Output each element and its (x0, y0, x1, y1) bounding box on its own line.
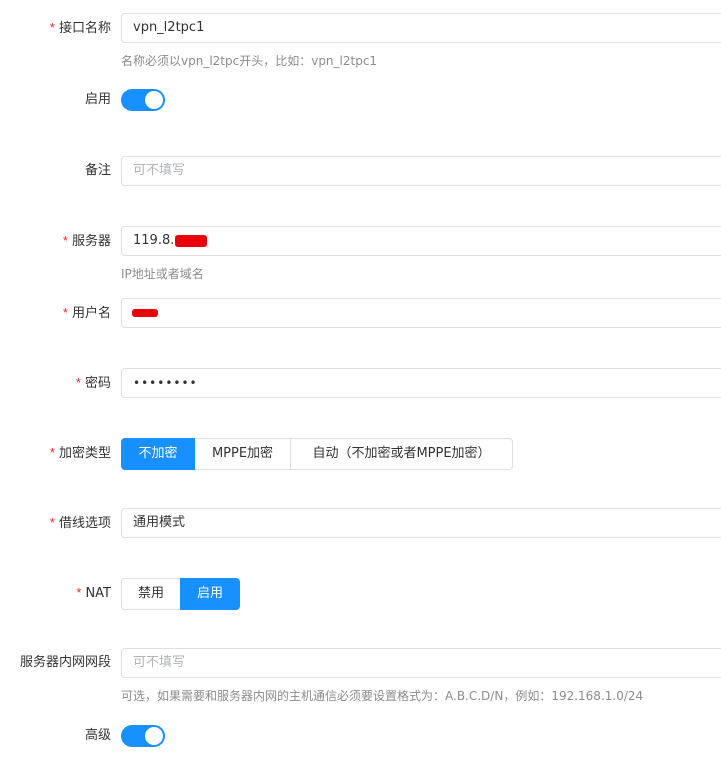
required-mark: * (49, 515, 55, 530)
server-lan-label: 服务器内网网段 (19, 655, 111, 670)
username-input[interactable] (121, 298, 721, 328)
enable-label: 启用 (84, 92, 111, 107)
required-mark: * (62, 305, 68, 320)
server-label: * 服务器 (62, 233, 111, 249)
nat-label: * NAT (76, 585, 111, 601)
required-mark: * (76, 585, 82, 600)
redaction-mark (132, 308, 158, 317)
server-lan-input[interactable]: 可不填写 (121, 648, 721, 678)
username-label: * 用户名 (62, 305, 111, 321)
encryption-option-none[interactable]: 不加密 (121, 438, 195, 470)
l2tp-client-form: * 接口名称 vpn_l2tpc1 名称必须以vpn_l2tpc开头，比如：vpn… (0, 0, 721, 775)
nat-option-enable[interactable]: 启用 (180, 578, 240, 610)
server-hint: IP地址或者域名 (121, 267, 204, 281)
interface-name-hint: 名称必须以vpn_l2tpc开头，比如：vpn_l2tpc1 (121, 54, 378, 68)
required-mark: * (49, 20, 55, 35)
server-input[interactable]: 119.8. (121, 226, 721, 256)
password-input[interactable]: •••••••• (121, 368, 721, 398)
required-mark: * (62, 233, 68, 248)
advanced-switch[interactable] (121, 725, 165, 747)
line-option-select[interactable]: 通用模式 (121, 508, 721, 538)
encryption-segmented: 不加密 MPPE加密 自动（不加密或者MPPE加密） (121, 438, 513, 470)
nat-segmented: 禁用 启用 (121, 578, 240, 610)
remark-input[interactable]: 可不填写 (121, 156, 721, 186)
server-lan-hint: 可选，如果需要和服务器内网的主机通信必须要设置格式为：A.B.C.D/N，例如：… (121, 689, 644, 703)
enable-switch[interactable] (121, 89, 165, 111)
remark-label: 备注 (84, 163, 111, 178)
password-label: * 密码 (75, 375, 111, 391)
interface-name-label: * 接口名称 (49, 20, 111, 36)
encryption-label: * 加密类型 (49, 445, 111, 461)
required-mark: * (49, 445, 55, 460)
interface-name-input[interactable]: vpn_l2tpc1 (121, 13, 721, 43)
switch-knob (145, 727, 163, 745)
encryption-option-auto[interactable]: 自动（不加密或者MPPE加密） (290, 438, 513, 470)
switch-knob (145, 91, 163, 109)
redaction-mark (175, 234, 208, 247)
advanced-label: 高级 (84, 728, 111, 743)
line-option-label: * 借线选项 (49, 515, 111, 531)
encryption-option-mppe[interactable]: MPPE加密 (194, 438, 291, 470)
nat-option-disable[interactable]: 禁用 (121, 578, 181, 610)
required-mark: * (75, 375, 81, 390)
server-value: 119.8. (133, 233, 175, 248)
